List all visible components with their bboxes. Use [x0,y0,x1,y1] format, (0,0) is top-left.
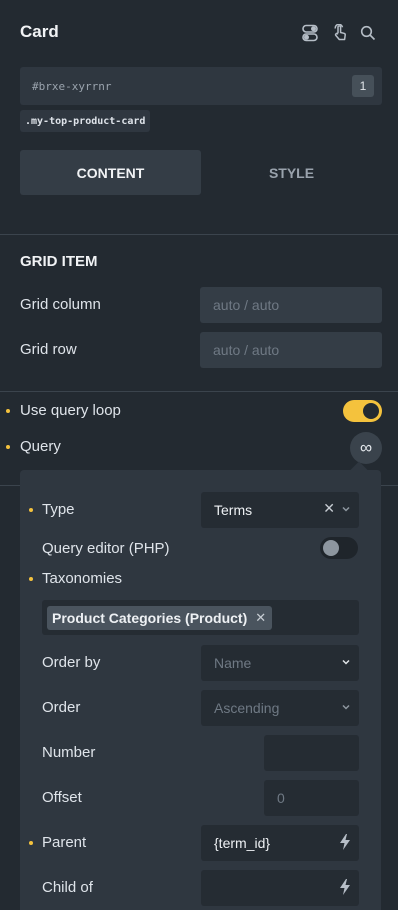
modified-indicator-dot [29,841,33,845]
css-class-tag[interactable]: .my-top-product-card [20,110,151,132]
clear-icon[interactable]: ✕ [323,500,335,517]
modified-indicator-dot [29,508,33,512]
element-id-field[interactable]: #brxe-xyrrnr 1 [20,67,382,105]
order-by-select[interactable]: Name [201,645,359,681]
offset-input[interactable]: 0 [264,780,359,816]
order-select[interactable]: Ascending [201,690,359,726]
tab-style[interactable]: STYLE [201,150,382,195]
grid-column-label: Grid column [20,296,101,313]
number-input[interactable] [264,735,359,771]
type-value: Terms [214,502,253,518]
hand-pointer-icon[interactable] [329,22,351,44]
grid-column-input[interactable]: auto / auto [200,287,382,323]
query-editor-toggle[interactable] [320,537,358,559]
panel-title: Card [20,22,59,41]
grid-row-placeholder: auto / auto [213,342,280,358]
dynamic-data-icon[interactable] [339,879,351,898]
query-settings-panel: Type Terms ✕ Query editor (PHP) Taxonomi… [20,461,381,910]
query-editor-label: Query editor (PHP) [42,540,170,557]
offset-placeholder: 0 [277,790,285,806]
child-of-input[interactable] [201,870,359,906]
taxonomies-multiselect[interactable]: Product Categories (Product) ✕ [42,600,359,635]
chevron-down-icon [341,501,351,517]
section-title-grid-item: GRID ITEM [20,253,98,270]
remove-chip-icon[interactable]: ✕ [255,610,266,626]
modified-indicator-dot [6,409,10,413]
type-label: Type [42,501,75,518]
search-icon[interactable] [357,22,379,44]
parent-label: Parent [42,834,87,851]
popover-caret [350,461,368,479]
toggle-icon[interactable] [299,22,321,44]
tab-content[interactable]: CONTENT [20,150,201,195]
chevron-down-icon [341,699,351,715]
taxonomy-chip-label: Product Categories (Product) [52,609,248,626]
parent-value: {term_id} [214,835,271,851]
taxonomies-label: Taxonomies [42,570,123,587]
taxonomy-chip: Product Categories (Product) ✕ [47,605,273,630]
element-id: #brxe-xyrrnr [32,79,112,93]
grid-row-input[interactable]: auto / auto [200,332,382,368]
grid-column-placeholder: auto / auto [213,297,280,313]
offset-label: Offset [42,789,82,806]
modified-indicator-dot [6,445,10,449]
use-query-loop-label: Use query loop [20,402,121,419]
grid-row-label: Grid row [20,341,77,358]
child-of-label: Child of [42,879,93,896]
chevron-down-icon [341,654,351,670]
infinity-icon[interactable]: ∞ [350,432,382,464]
order-placeholder: Ascending [214,700,280,716]
query-label: Query [20,438,61,455]
parent-input[interactable]: {term_id} [201,825,359,861]
number-label: Number [42,744,96,761]
type-select[interactable]: Terms ✕ [201,492,359,528]
id-count-badge: 1 [352,75,374,97]
toggle-knob [363,403,379,419]
order-label: Order [42,699,81,716]
divider [0,234,398,235]
order-by-label: Order by [42,654,101,671]
modified-indicator-dot [29,577,33,581]
dynamic-data-icon[interactable] [339,834,351,853]
toggle-knob [323,540,339,556]
divider [0,391,398,392]
order-by-placeholder: Name [214,655,252,671]
use-query-loop-toggle[interactable] [343,400,382,422]
